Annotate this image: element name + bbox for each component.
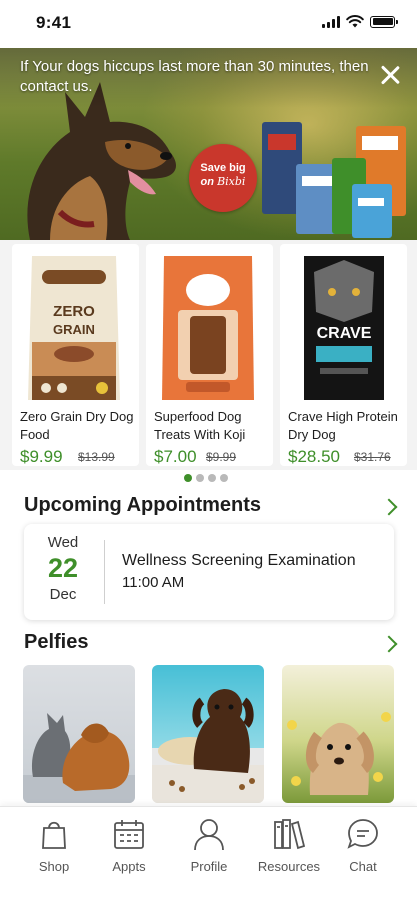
- nav-item-chat[interactable]: Chat: [323, 817, 403, 874]
- carousel-dot[interactable]: [184, 474, 192, 482]
- promo-badge[interactable]: Save big on Bixbi: [189, 144, 257, 212]
- status-time: 9:41: [36, 13, 72, 32]
- carousel-pagination[interactable]: [184, 474, 228, 482]
- appointment-day: 22: [47, 553, 79, 583]
- nav-label: Shop: [38, 859, 70, 874]
- zero-grain-bag-image: ZERO GRAIN: [28, 256, 120, 400]
- chat-bubble-icon: [347, 819, 378, 849]
- pelfie-photo[interactable]: [23, 665, 135, 803]
- appointments-chevron-right-icon[interactable]: [380, 498, 398, 516]
- product-card[interactable]: CRAVE Crave High Protein Dry Dog $28.50 …: [280, 244, 407, 466]
- appointment-month: Dec: [49, 586, 77, 603]
- product-card[interactable]: Superfood Dog Treats With Koji $7.00 $9.…: [146, 244, 273, 466]
- nav-label: Profile: [190, 859, 228, 874]
- nav-item-shop[interactable]: Shop: [14, 817, 94, 874]
- cellular-signal-icon: [322, 15, 340, 28]
- cat-and-dog-image: [23, 713, 135, 803]
- product-old-price: $31.76: [354, 450, 391, 464]
- bottom-nav: Shop Appts Profile Resources Chat: [0, 806, 417, 900]
- superfood-treats-bag-image: [162, 256, 254, 400]
- appointment-weekday: Wed: [47, 534, 79, 551]
- shopping-bag-icon: [42, 821, 66, 849]
- appointment-date: Wed 22 Dec: [24, 534, 102, 603]
- nav-item-appts[interactable]: Appts: [89, 817, 169, 874]
- nav-label: Chat: [349, 859, 377, 874]
- product-price: $9.99: [20, 447, 63, 466]
- books-icon: [274, 819, 306, 850]
- nav-item-resources[interactable]: Resources: [249, 817, 329, 874]
- banner-message: If Your dogs hiccups last more than 30 m…: [20, 58, 369, 95]
- promo-line1: Save big: [200, 162, 246, 174]
- nav-label: Appts: [112, 859, 146, 874]
- puppy-with-bowl-image: [152, 689, 264, 803]
- appointments-heading: Upcoming Appointments: [24, 494, 262, 516]
- person-icon: [194, 819, 224, 851]
- nav-item-profile[interactable]: Profile: [169, 817, 249, 874]
- status-icons: [322, 15, 398, 28]
- battery-icon: [370, 15, 398, 28]
- product-old-price: $9.99: [206, 450, 237, 464]
- close-icon[interactable]: [377, 62, 403, 88]
- promo-banner[interactable]: If Your dogs hiccups last more than 30 m…: [0, 48, 417, 240]
- calendar-icon: [114, 820, 144, 849]
- product-old-price: $13.99: [78, 450, 115, 464]
- product-carousel[interactable]: ZERO GRAIN Zero Grain Dry Dog Food $9.99…: [0, 240, 417, 470]
- product-price: $28.50: [288, 447, 340, 466]
- status-bar: 9:41: [0, 0, 417, 48]
- appointment-card[interactable]: Wed 22 Dec Wellness Screening Examinatio…: [24, 524, 394, 620]
- pelfies-heading: Pelfies: [24, 631, 89, 653]
- dog-food-bags-image: [262, 122, 406, 238]
- pelfie-photo[interactable]: [152, 665, 264, 803]
- product-card[interactable]: ZERO GRAIN Zero Grain Dry Dog Food $9.99…: [12, 244, 139, 466]
- svg-text:GRAIN: GRAIN: [53, 322, 95, 337]
- nav-label: Resources: [257, 859, 321, 874]
- promo-line2: on: [200, 176, 214, 188]
- crave-bag-image: CRAVE: [304, 256, 384, 400]
- puppy-in-field-image: [287, 712, 391, 795]
- pelfie-photo[interactable]: [282, 665, 394, 803]
- svg-text:CRAVE: CRAVE: [317, 325, 372, 342]
- divider: [104, 540, 105, 604]
- product-name: Superfood Dog Treats With Koji: [154, 409, 246, 442]
- product-name: Crave High Protein Dry Dog: [288, 409, 398, 442]
- carousel-dot[interactable]: [196, 474, 204, 482]
- svg-text:ZERO: ZERO: [53, 303, 95, 320]
- pelfies-chevron-right-icon[interactable]: [380, 635, 398, 653]
- appointment-title: Wellness Screening Examination: [122, 552, 356, 569]
- wifi-icon: [346, 15, 364, 28]
- carousel-dot[interactable]: [208, 474, 216, 482]
- product-price: $7.00: [154, 447, 197, 466]
- product-name: Zero Grain Dry Dog Food: [20, 409, 134, 442]
- appointment-time: 11:00 AM: [122, 574, 185, 591]
- carousel-dot[interactable]: [220, 474, 228, 482]
- promo-brand-script: Bixbi: [217, 175, 246, 188]
